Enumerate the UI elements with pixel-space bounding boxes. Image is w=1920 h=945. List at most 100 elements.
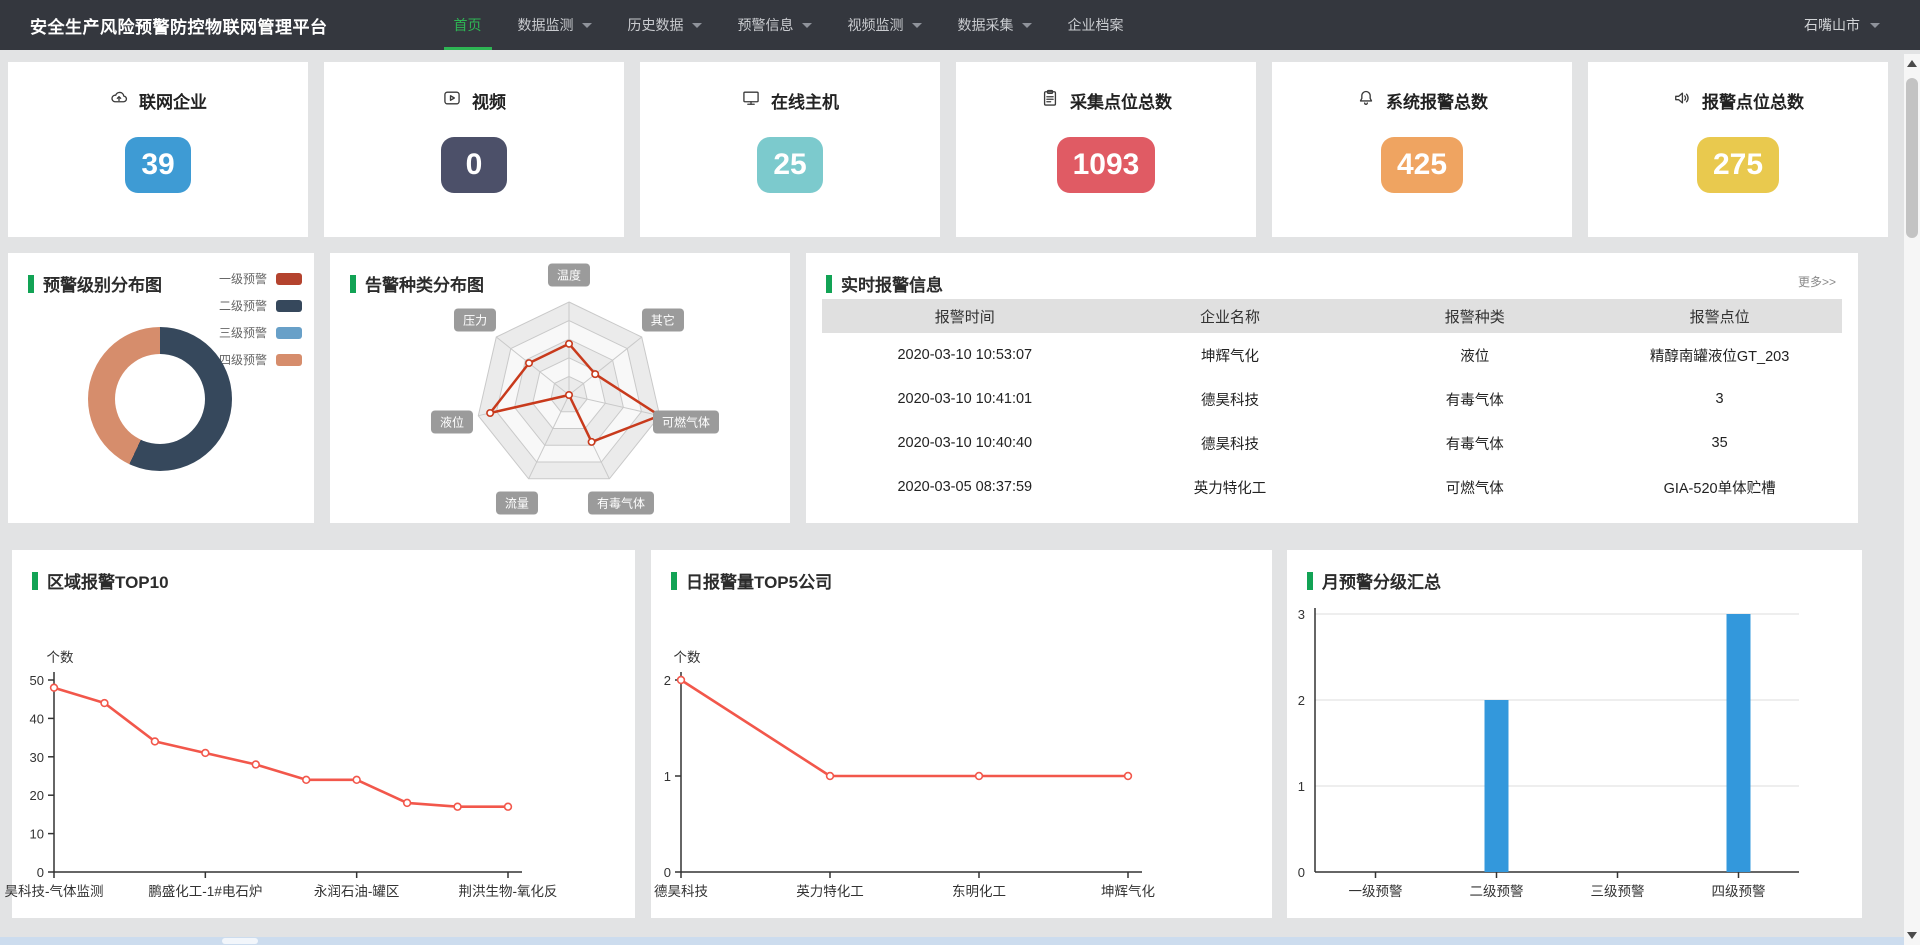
legend-swatch — [276, 327, 302, 339]
table-cell: 英力特化工 — [1108, 477, 1353, 498]
nav-item-history-data[interactable]: 历史数据 — [610, 0, 720, 50]
svg-text:30: 30 — [30, 750, 44, 765]
scroll-down-icon[interactable] — [1907, 932, 1917, 939]
table-cell: 有毒气体 — [1352, 389, 1597, 410]
legend-swatch — [276, 300, 302, 312]
legend-item-level-2[interactable]: 二级预警 — [219, 292, 302, 319]
stat-card-label: 报警点位总数 — [1702, 88, 1804, 113]
chevron-down-icon — [582, 23, 592, 28]
region-label: 石嘴山市 — [1804, 15, 1860, 35]
stat-card-3: 在线主机25 — [640, 62, 940, 237]
table-header-cell: 报警种类 — [1352, 306, 1597, 327]
table-header-cell: 企业名称 — [1108, 306, 1353, 327]
svg-text:3: 3 — [1298, 607, 1305, 622]
svg-text:40: 40 — [30, 711, 44, 726]
top-navbar: 安全生产风险预警防控物联网管理平台 首页 数据监测 历史数据 预警信息 视频监测 数据采集… — [0, 0, 1920, 50]
svg-text:2: 2 — [1298, 693, 1305, 708]
more-link[interactable]: 更多>> — [1798, 273, 1836, 290]
chevron-down-icon — [802, 23, 812, 28]
table-cell: 2020-03-10 10:41:01 — [822, 391, 1108, 407]
card-title-warning-level: 预警级别分布图 — [43, 271, 162, 296]
nav-item-label: 视频监测 — [848, 15, 904, 35]
nav-item-video-monitor[interactable]: 视频监测 — [830, 0, 940, 50]
stat-card-header: 系统报警总数 — [1356, 88, 1488, 113]
monthly-warning-summary-chart: 0123一级预警二级预警三级预警四级预警 — [1287, 550, 1862, 918]
region-selector[interactable]: 石嘴山市 — [1804, 15, 1880, 35]
stat-value-badge: 1093 — [1057, 137, 1156, 193]
radar-axis-label: 有毒气体 — [588, 492, 654, 515]
table-row: 2020-03-05 08:37:59英力特化工可燃气体GIA-520单体贮槽 — [822, 465, 1842, 509]
chevron-down-icon — [912, 23, 922, 28]
table-cell: 有毒气体 — [1352, 433, 1597, 454]
stat-card-5: 系统报警总数 425 — [1272, 62, 1572, 237]
stat-card-label: 采集点位总数 — [1070, 88, 1172, 113]
nav-item-label: 数据监测 — [518, 15, 574, 35]
stat-value-badge: 425 — [1381, 137, 1463, 193]
vertical-scrollbar[interactable] — [1904, 54, 1920, 945]
app-title: 安全生产风险预警防控物联网管理平台 — [30, 13, 328, 38]
stat-card-label: 系统报警总数 — [1386, 88, 1488, 113]
svg-text:英力特化工: 英力特化工 — [796, 883, 864, 899]
nav-item-enterprise-archive[interactable]: 企业档案 — [1050, 0, 1142, 50]
nav-item-home[interactable]: 首页 — [436, 0, 500, 50]
svg-text:个数: 个数 — [47, 650, 74, 665]
cloud-upload-icon — [109, 88, 129, 113]
nav-item-label: 历史数据 — [628, 15, 684, 35]
vertical-scrollbar-thumb[interactable] — [1906, 78, 1918, 238]
horizontal-scrollbar-thumb[interactable] — [222, 938, 258, 944]
legend-item-level-1[interactable]: 一级预警 — [219, 265, 302, 292]
table-cell: 可燃气体 — [1352, 477, 1597, 498]
nav-item-label: 预警信息 — [738, 15, 794, 35]
table-row: 2020-03-10 10:53:07坤辉气化液位精醇南罐液位GT_203 — [822, 333, 1842, 377]
svg-text:荆洪生物-氧化反: 荆洪生物-氧化反 — [459, 884, 558, 899]
scroll-up-icon[interactable] — [1907, 60, 1917, 67]
svg-text:三级预警: 三级预警 — [1591, 884, 1645, 899]
table-cell: 液位 — [1352, 345, 1597, 366]
radar-axis-label: 其它 — [642, 309, 684, 332]
stat-card-header: 在线主机 — [741, 88, 839, 113]
nav-item-label: 数据采集 — [958, 15, 1014, 35]
svg-text:20: 20 — [30, 788, 44, 803]
region-alarm-top10-chart: 01020304050个数昊科技-气体监测鹏盛化工-1#电石炉永润石油-罐区荆洪… — [12, 550, 635, 918]
stats-row: 联网企业39视频0在线主机25采集点位总数1093系统报警总数425报警点位总数… — [8, 62, 1888, 237]
svg-text:昊科技-气体监测: 昊科技-气体监测 — [5, 884, 104, 899]
nav-item-warning-info[interactable]: 预警信息 — [720, 0, 830, 50]
nav-item-data-monitor[interactable]: 数据监测 — [500, 0, 610, 50]
stat-card-label: 联网企业 — [139, 88, 207, 113]
card-alarm-type-distribution: 告警种类分布图 温度其它可燃气体有毒气体流量液位压力 — [330, 253, 790, 523]
realtime-alarm-table: 报警时间企业名称报警种类报警点位2020-03-10 10:53:07坤辉气化液… — [822, 299, 1842, 509]
svg-text:德昊科技: 德昊科技 — [654, 884, 708, 899]
svg-text:鹏盛化工-1#电石炉: 鹏盛化工-1#电石炉 — [148, 884, 262, 899]
nav-item-label: 企业档案 — [1068, 15, 1124, 35]
stat-value-badge: 275 — [1697, 137, 1779, 193]
stat-card-6: 报警点位总数 275 — [1588, 62, 1888, 237]
stat-card-header: 采集点位总数 — [1040, 88, 1172, 113]
warning-level-donut-chart — [88, 327, 232, 471]
svg-text:0: 0 — [37, 865, 44, 880]
stat-card-label: 在线主机 — [771, 88, 839, 113]
nav-item-data-collect[interactable]: 数据采集 — [940, 0, 1050, 50]
card-region-alarm-top10: 区域报警TOP10 01020304050个数昊科技-气体监测鹏盛化工-1#电石… — [12, 550, 635, 918]
radar-axis-label: 压力 — [454, 309, 496, 332]
legend-swatch — [276, 273, 302, 285]
nav-item-label: 首页 — [454, 15, 482, 35]
dashboard-page: 安全生产风险预警防控物联网管理平台 首页 数据监测 历史数据 预警信息 视频监测 数据采集… — [0, 0, 1920, 945]
video-play-icon — [442, 88, 462, 113]
svg-text:0: 0 — [664, 865, 671, 880]
chevron-down-icon — [1870, 23, 1880, 28]
horizontal-scrollbar[interactable] — [0, 937, 1904, 945]
card-header: 预警级别分布图 — [28, 271, 162, 296]
bell-icon — [1356, 88, 1376, 113]
table-row: 2020-03-10 10:41:01德昊科技有毒气体3 — [822, 377, 1842, 421]
green-bar-icon — [826, 275, 832, 293]
table-cell: 35 — [1597, 435, 1842, 451]
stat-card-label: 视频 — [472, 88, 506, 113]
speaker-icon — [1672, 88, 1692, 113]
radar-axis-label: 液位 — [431, 410, 473, 433]
stat-card-header: 联网企业 — [109, 88, 207, 113]
svg-text:永润石油-罐区: 永润石油-罐区 — [314, 884, 400, 899]
radar-axis-label: 可燃气体 — [653, 410, 719, 433]
card-monthly-warning-summary: 月预警分级汇总 0123一级预警二级预警三级预警四级预警 — [1287, 550, 1862, 918]
chevron-down-icon — [692, 23, 702, 28]
table-cell: GIA-520单体贮槽 — [1597, 477, 1842, 498]
